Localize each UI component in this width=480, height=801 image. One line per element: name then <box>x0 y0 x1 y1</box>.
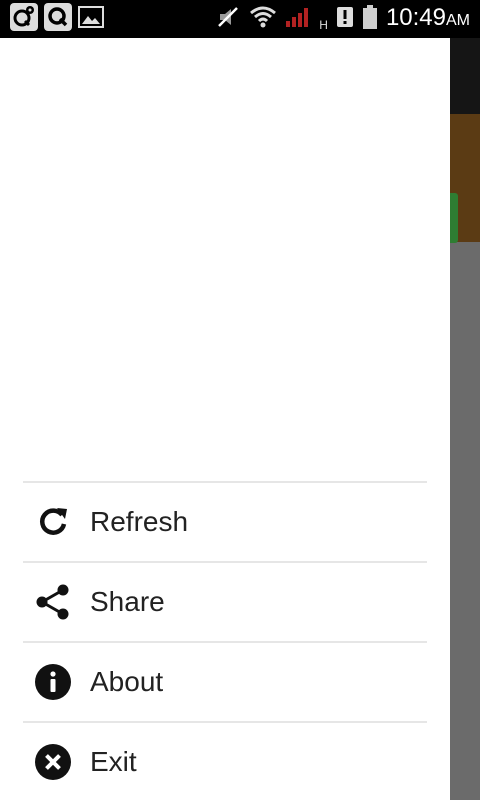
refresh-icon <box>33 502 73 542</box>
background-app-header <box>450 38 480 114</box>
notification-icons <box>10 3 104 31</box>
background-app-accent <box>450 193 458 243</box>
menu-item-about[interactable]: About <box>23 643 427 721</box>
system-icons: H 10:49AM <box>217 0 470 38</box>
clock-time: 10:49 <box>385 3 446 31</box>
app-settings-icon <box>10 3 38 31</box>
menu-item-refresh[interactable]: Refresh <box>23 483 427 561</box>
menu-item-label: Refresh <box>90 506 189 537</box>
battery-icon <box>362 4 378 35</box>
menu-item-exit[interactable]: Exit <box>23 723 427 801</box>
app-q-icon <box>44 3 72 31</box>
info-icon <box>33 662 73 702</box>
menu-item-label: Share <box>90 586 165 617</box>
drawer-menu: Refresh Share About Exit <box>23 481 427 801</box>
status-bar: H 10:49AM <box>0 0 480 38</box>
mute-icon <box>217 5 241 34</box>
signal-icon <box>285 5 311 34</box>
menu-item-share[interactable]: Share <box>23 563 427 641</box>
navigation-drawer: Refresh Share About Exit <box>0 38 450 800</box>
menu-item-label: Exit <box>90 746 137 777</box>
clock-ampm: AM <box>446 11 470 29</box>
close-circle-icon <box>33 742 73 782</box>
clock: 10:49AM <box>386 0 470 40</box>
alert-icon <box>336 6 354 33</box>
network-type-icon: H <box>319 18 328 32</box>
menu-item-label: About <box>90 666 164 697</box>
background-app-scrim[interactable] <box>450 38 480 800</box>
share-icon <box>33 582 73 622</box>
wifi-icon <box>249 5 277 34</box>
image-icon <box>78 5 104 29</box>
